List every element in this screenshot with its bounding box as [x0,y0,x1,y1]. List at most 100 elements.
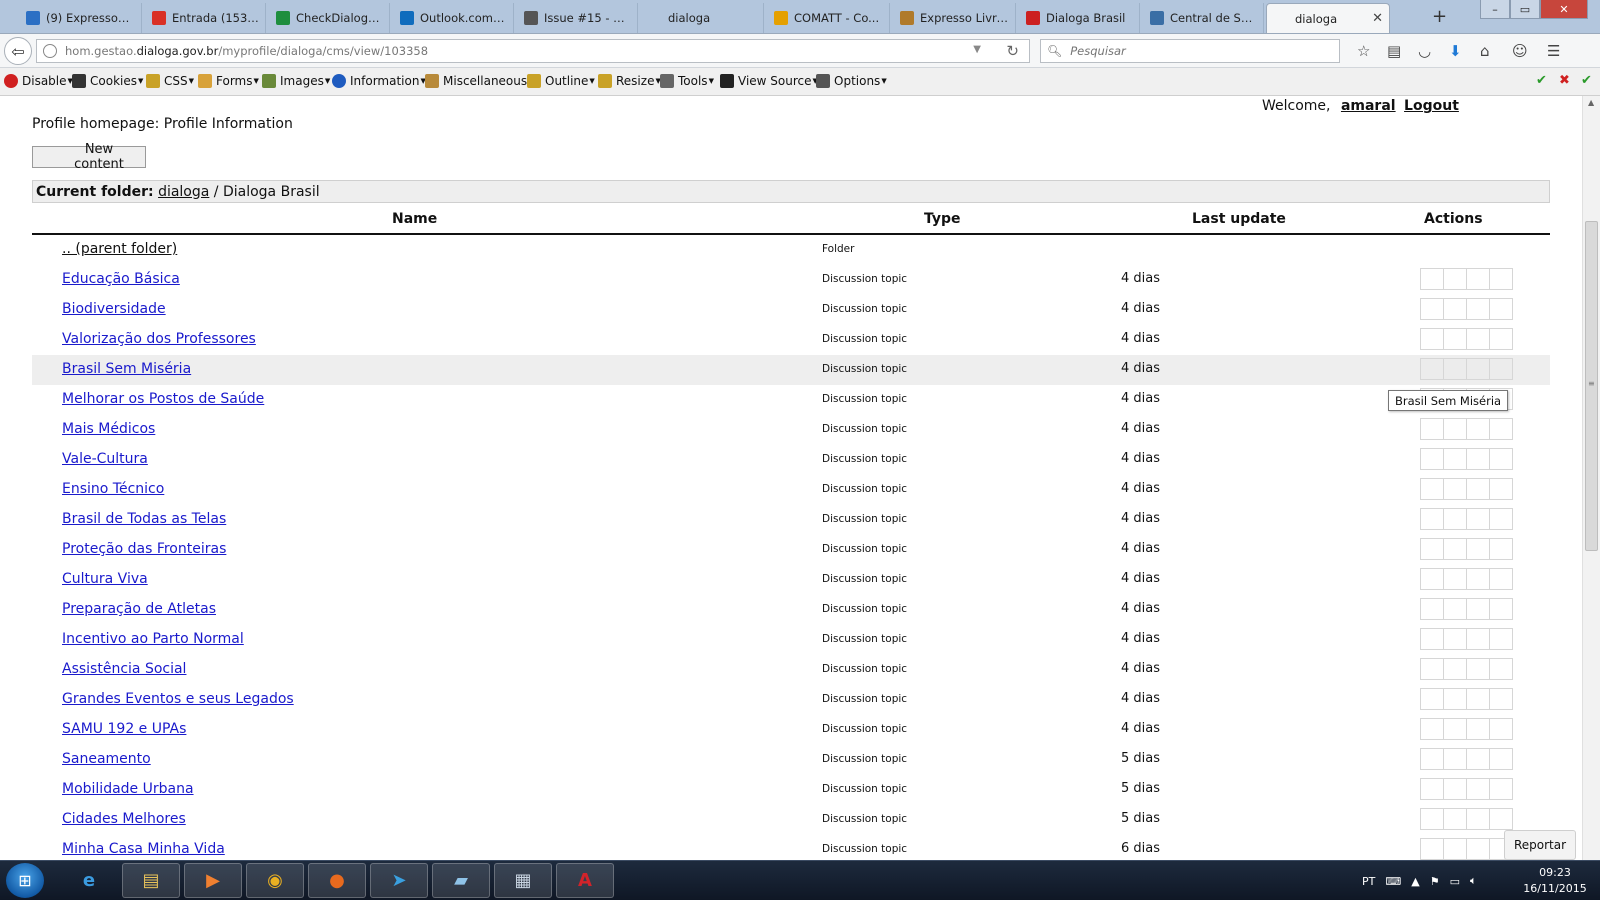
language-indicator[interactable]: PT [1362,875,1375,888]
vertical-scrollbar[interactable]: ▲ ≡ [1582,96,1600,860]
view-action-button[interactable] [1443,808,1467,830]
show-hidden-icons-icon[interactable]: ▲ [1411,875,1419,888]
taskbar-app-button[interactable]: ▦ [494,863,552,898]
item-name-link[interactable]: Valorização dos Professores [62,331,256,347]
move-action-button[interactable] [1466,748,1490,770]
edit-action-button[interactable] [1420,748,1444,770]
move-action-button[interactable] [1466,358,1490,380]
devbar-menu-options[interactable]: Options ▼ [816,74,887,88]
browser-tab[interactable]: Expresso Livre ... [892,3,1016,33]
hello-chat-icon[interactable]: ☺ [1512,42,1528,60]
item-name-link[interactable]: Educação Básica [62,271,180,287]
devbar-menu-resize[interactable]: Resize ▼ [598,74,661,88]
view-action-button[interactable] [1443,598,1467,620]
move-action-button[interactable] [1466,328,1490,350]
move-action-button[interactable] [1466,628,1490,650]
logout-link[interactable]: Logout [1404,98,1459,114]
item-name-link[interactable]: Vale-Cultura [62,451,148,467]
history-dropdown-icon[interactable]: ▼ [973,44,981,55]
reading-list-icon[interactable]: ▤ [1387,42,1401,60]
scroll-up-icon[interactable]: ▲ [1588,98,1594,107]
view-action-button[interactable] [1443,478,1467,500]
item-name-link[interactable]: Assistência Social [62,661,186,677]
move-action-button[interactable] [1466,448,1490,470]
edit-action-button[interactable] [1420,358,1444,380]
delete-action-button[interactable] [1489,358,1513,380]
devbar-menu-tools[interactable]: Tools ▼ [660,74,714,88]
devbar-menu-information[interactable]: Information ▼ [332,74,426,88]
menu-icon[interactable]: ☰ [1547,42,1560,60]
taskbar-app-button[interactable]: ◉ [246,863,304,898]
view-action-button[interactable] [1443,538,1467,560]
parent-folder-link[interactable]: .. (parent folder) [62,241,177,257]
delete-action-button[interactable] [1489,418,1513,440]
edit-action-button[interactable] [1420,418,1444,440]
move-action-button[interactable] [1466,658,1490,680]
edit-action-button[interactable] [1420,718,1444,740]
item-name-link[interactable]: Ensino Técnico [62,481,164,497]
browser-tab[interactable]: CheckDialoga ... [268,3,390,33]
move-action-button[interactable] [1466,538,1490,560]
delete-action-button[interactable] [1489,568,1513,590]
taskbar-app-button[interactable]: ● [308,863,366,898]
move-action-button[interactable] [1466,568,1490,590]
taskbar-app-button[interactable]: ▤ [122,863,180,898]
move-action-button[interactable] [1466,718,1490,740]
taskbar-app-button[interactable]: ▰ [432,863,490,898]
item-name-link[interactable]: Saneamento [62,751,151,767]
url-text[interactable]: hom.gestao.dialoga.gov.br/myprofile/dial… [65,44,428,58]
devbar-menu-disable[interactable]: Disable ▼ [4,74,73,88]
delete-action-button[interactable] [1489,808,1513,830]
devbar-menu-outline[interactable]: Outline ▼ [527,74,595,88]
view-action-button[interactable] [1443,718,1467,740]
delete-action-button[interactable] [1489,448,1513,470]
item-name-link[interactable]: Cultura Viva [62,571,148,587]
search-input[interactable] [1068,43,1323,59]
view-action-button[interactable] [1443,658,1467,680]
taskbar-app-button[interactable]: ➤ [370,863,428,898]
keyboard-icon[interactable]: ⌨ [1385,875,1401,888]
devbar-menu-miscellaneous[interactable]: Miscellaneous▼ [425,74,534,88]
start-button[interactable]: ⊞ [6,863,44,898]
item-name-link[interactable]: Proteção das Fronteiras [62,541,226,557]
delete-action-button[interactable] [1489,778,1513,800]
view-action-button[interactable] [1443,688,1467,710]
bookmark-star-icon[interactable]: ☆ [1357,42,1370,60]
view-action-button[interactable] [1443,448,1467,470]
username-link[interactable]: amaral [1341,98,1396,114]
edit-action-button[interactable] [1420,808,1444,830]
item-name-link[interactable]: Preparação de Atletas [62,601,216,617]
item-name-link[interactable]: Incentivo ao Parto Normal [62,631,244,647]
taskbar-app-button[interactable]: e [60,863,118,898]
edit-action-button[interactable] [1420,838,1444,860]
move-action-button[interactable] [1466,478,1490,500]
browser-tab[interactable]: Outlook.com -... [392,3,514,33]
move-action-button[interactable] [1466,418,1490,440]
edit-action-button[interactable] [1420,448,1444,470]
edit-action-button[interactable] [1420,658,1444,680]
clock[interactable]: 09:23 16/11/2015 [1522,865,1588,897]
browser-tab[interactable]: Central de Ser... [1142,3,1264,33]
item-name-link[interactable]: Biodiversidade [62,301,166,317]
view-action-button[interactable] [1443,568,1467,590]
close-window-button[interactable]: ✕ [1540,0,1588,19]
delete-action-button[interactable] [1489,328,1513,350]
delete-action-button[interactable] [1489,538,1513,560]
browser-tab[interactable]: dialoga ✕ [1266,3,1390,33]
edit-action-button[interactable] [1420,628,1444,650]
report-button[interactable]: Reportar [1504,830,1576,860]
edit-action-button[interactable] [1420,328,1444,350]
view-action-button[interactable] [1443,778,1467,800]
edit-action-button[interactable] [1420,598,1444,620]
move-action-button[interactable] [1466,778,1490,800]
search-bar[interactable]: 🔍︎ [1040,39,1340,63]
browser-tab[interactable]: Entrada (153) -... [144,3,266,33]
move-action-button[interactable] [1466,508,1490,530]
move-action-button[interactable] [1466,298,1490,320]
edit-action-button[interactable] [1420,298,1444,320]
validation-ok-icon[interactable]: ✔ [1536,73,1547,88]
move-action-button[interactable] [1466,598,1490,620]
view-action-button[interactable] [1443,298,1467,320]
delete-action-button[interactable] [1489,298,1513,320]
pocket-icon[interactable]: ◡ [1418,42,1431,60]
